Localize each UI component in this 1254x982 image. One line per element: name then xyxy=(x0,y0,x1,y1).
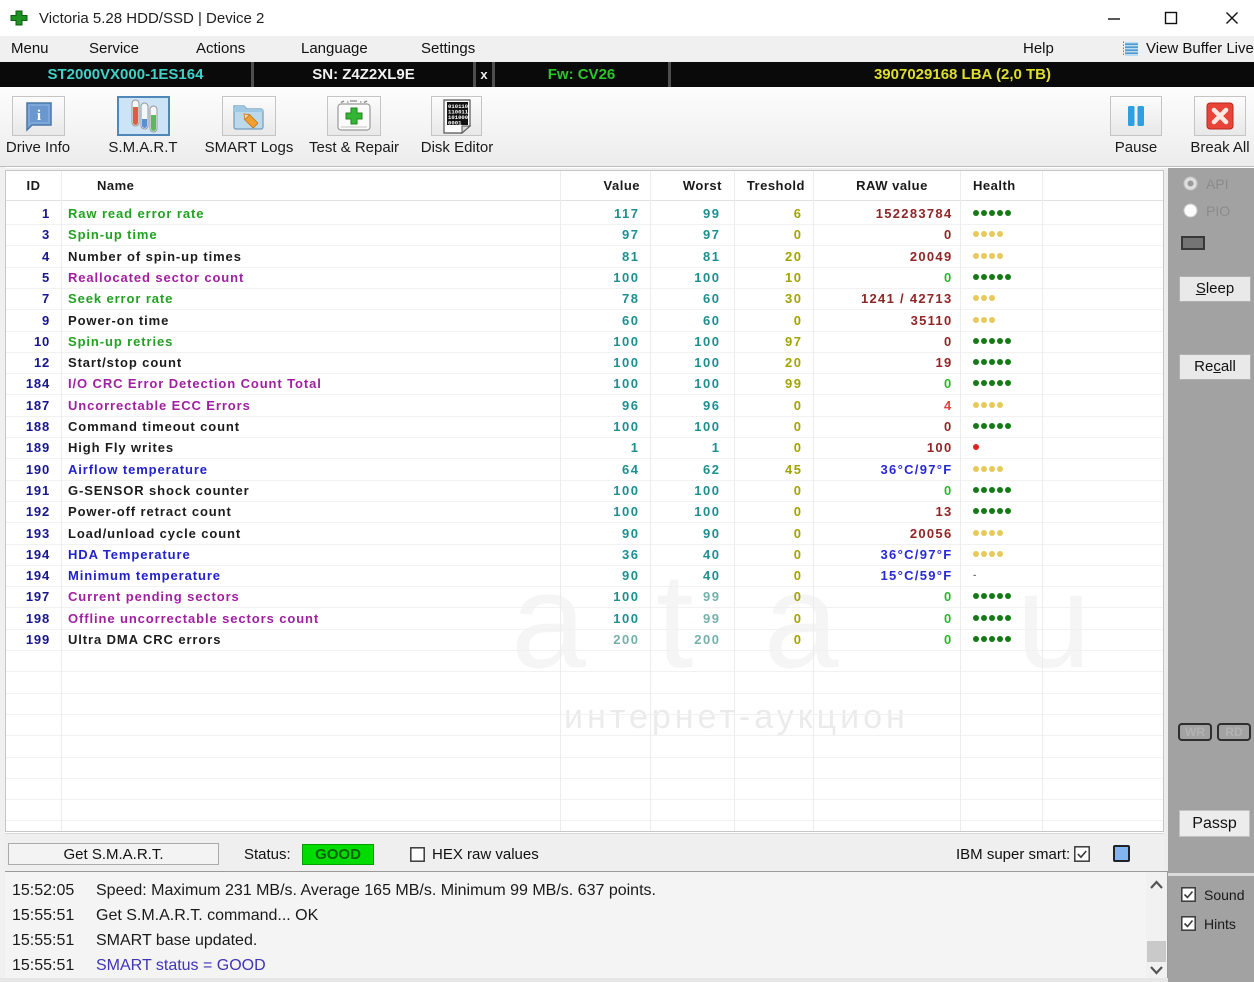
svg-text:i: i xyxy=(36,108,40,124)
svg-text:0001: 0001 xyxy=(448,120,462,127)
